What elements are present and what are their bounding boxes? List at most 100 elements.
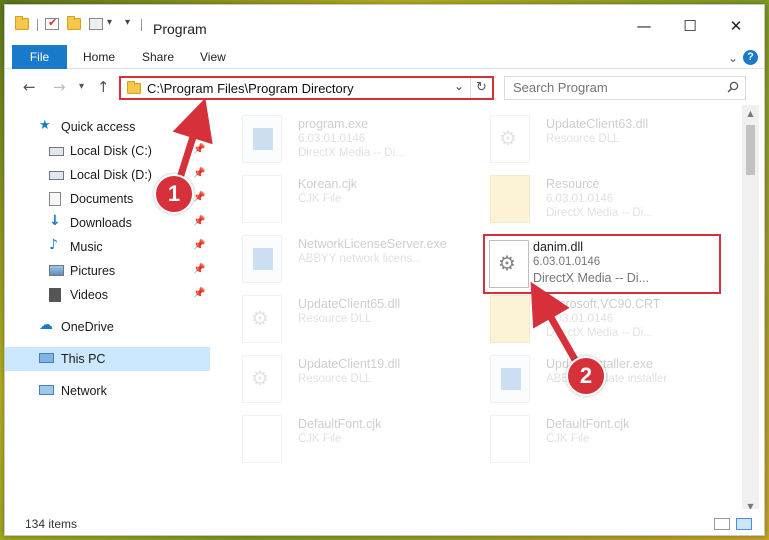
videos-icon bbox=[49, 288, 61, 302]
forward-arrow-icon[interactable]: → bbox=[53, 78, 66, 96]
properties-icon[interactable]: ✔ bbox=[45, 16, 59, 30]
sidebar-item-label: This PC bbox=[61, 352, 106, 366]
search-input[interactable] bbox=[513, 80, 713, 95]
file-type: ABBYY Update installer bbox=[546, 373, 668, 385]
file-type: ABBYY network licens... bbox=[298, 253, 422, 265]
file-icon bbox=[242, 415, 282, 463]
file-item[interactable]: DefaultFont.cjk CJK File bbox=[218, 409, 456, 469]
quick-access-customize-icon[interactable] bbox=[89, 18, 103, 30]
file-item[interactable]: UpdateClient65.dll Resource DLL bbox=[218, 289, 456, 349]
step-badge-1: 1 bbox=[154, 174, 194, 214]
file-item[interactable]: UpdateClient63.dll Resource DLL bbox=[466, 109, 704, 169]
minimize-button[interactable]: — bbox=[621, 11, 667, 41]
quick-access-dropdown-icon[interactable]: ▾ bbox=[125, 17, 130, 28]
up-arrow-icon[interactable]: ↑ bbox=[97, 78, 110, 96]
tab-home[interactable]: Home bbox=[83, 46, 115, 70]
sidebar-item-network[interactable]: Network bbox=[5, 379, 205, 403]
file-type: Resource DLL bbox=[298, 313, 372, 325]
toolbar-divider bbox=[37, 19, 38, 31]
close-button[interactable]: ✕ bbox=[713, 11, 759, 41]
sidebar-item-label: Local Disk (C:) bbox=[70, 144, 152, 158]
pin-icon[interactable]: 📌 bbox=[193, 216, 205, 227]
dll-file-icon bbox=[489, 240, 529, 288]
file-item[interactable]: DefaultFont.cjk CJK File bbox=[466, 409, 704, 469]
step-badge-2: 2 bbox=[566, 356, 606, 396]
pin-icon[interactable]: 📌 bbox=[193, 288, 205, 299]
file-list: program.exe 6.03.01.0146 DirectX Media -… bbox=[210, 105, 741, 505]
scroll-thumb[interactable] bbox=[746, 125, 755, 175]
tab-file[interactable]: File bbox=[12, 45, 67, 69]
pin-icon[interactable]: 📌 bbox=[193, 264, 205, 275]
details-view-icon[interactable] bbox=[714, 518, 730, 530]
item-count: 134 items bbox=[25, 517, 78, 531]
address-path[interactable]: C:\Program Files\Program Directory bbox=[147, 81, 354, 96]
tab-view[interactable]: View bbox=[200, 46, 226, 70]
help-icon[interactable]: ? bbox=[743, 50, 758, 65]
file-name: Korean.cjk bbox=[298, 177, 358, 191]
file-version: 6.03.01.0146 bbox=[546, 313, 614, 325]
title-bar: ✔ ▾ ▾ Program — ☐ ✕ bbox=[5, 5, 764, 41]
exe-file-icon bbox=[242, 235, 282, 283]
pin-icon[interactable]: 📌 bbox=[193, 144, 205, 155]
download-icon: ↓ bbox=[49, 213, 61, 229]
file-type: Resource DLL bbox=[298, 373, 372, 385]
sidebar-item-videos[interactable]: Videos 📌 bbox=[5, 283, 205, 307]
new-folder-icon[interactable] bbox=[67, 16, 81, 30]
scroll-up-icon[interactable]: ▲ bbox=[742, 105, 759, 122]
sidebar-item-label: Quick access bbox=[61, 120, 136, 134]
dll-file-icon bbox=[242, 355, 282, 403]
file-item-danim-dll[interactable]: danim.dll 6.03.01.0146 DirectX Media -- … bbox=[483, 234, 721, 294]
exe-file-icon bbox=[242, 115, 282, 163]
file-name: NetworkLicenseServer.exe bbox=[298, 237, 447, 251]
pin-icon[interactable]: 📌 bbox=[193, 168, 205, 179]
search-icon[interactable] bbox=[727, 81, 739, 93]
vertical-scrollbar[interactable]: ▲ ▼ bbox=[742, 105, 759, 515]
file-version: 6.03.01.0146 bbox=[533, 256, 601, 268]
pin-icon[interactable]: 📌 bbox=[193, 192, 205, 203]
file-type: CJK File bbox=[546, 433, 590, 445]
sidebar-item-downloads[interactable]: ↓ Downloads 📌 bbox=[5, 211, 205, 235]
recent-locations-icon[interactable]: ▾ bbox=[79, 81, 84, 92]
folder-item[interactable]: Resource 6.03.01.0146 DirectX Media -- D… bbox=[466, 169, 704, 229]
file-version: 6.03.01.0146 bbox=[546, 193, 614, 205]
file-item[interactable]: Korean.cjk CJK File bbox=[218, 169, 456, 229]
expand-ribbon-icon[interactable]: ⌄ bbox=[728, 51, 738, 65]
dll-file-icon bbox=[490, 115, 530, 163]
search-box[interactable] bbox=[504, 76, 746, 100]
sidebar-item-pictures[interactable]: Pictures 📌 bbox=[5, 259, 205, 283]
file-name: danim.dll bbox=[533, 240, 584, 254]
chevron-down-icon[interactable]: ▾ bbox=[107, 17, 112, 28]
folder-icon bbox=[490, 175, 530, 223]
file-name: DefaultFont.cjk bbox=[298, 417, 382, 431]
address-bar[interactable]: C:\Program Files\Program Directory ⌄ ↻ bbox=[119, 76, 494, 100]
file-description: DirectX Media -- Di... bbox=[298, 147, 405, 159]
pictures-icon bbox=[49, 265, 64, 276]
folder-icon bbox=[490, 295, 530, 343]
folder-item[interactable]: Microsoft.VC90.CRT 6.03.01.0146 DirectX … bbox=[466, 289, 704, 349]
file-item[interactable]: program.exe 6.03.01.0146 DirectX Media -… bbox=[218, 109, 456, 169]
pin-icon[interactable]: 📌 bbox=[193, 240, 205, 251]
chevron-down-icon[interactable]: ⌄ bbox=[454, 79, 464, 93]
file-name: UpdateClient19.dll bbox=[298, 357, 401, 371]
tab-share[interactable]: Share bbox=[142, 46, 174, 70]
maximize-button[interactable]: ☐ bbox=[667, 11, 713, 41]
folder-icon bbox=[15, 16, 29, 30]
sidebar-item-onedrive[interactable]: ☁ OneDrive bbox=[5, 315, 205, 339]
file-type: CJK File bbox=[298, 433, 342, 445]
sidebar-item-quick-access[interactable]: ★ Quick access bbox=[5, 115, 205, 139]
file-description: DirectX Media -- Di... bbox=[533, 271, 649, 285]
navigation-bar: ← → ▾ ↑ C:\Program Files\Program Directo… bbox=[5, 69, 764, 105]
file-icon bbox=[242, 175, 282, 223]
refresh-icon[interactable]: ↻ bbox=[470, 78, 492, 98]
sidebar-item-label: Network bbox=[61, 384, 107, 398]
file-item[interactable]: UpdateClient19.dll Resource DLL bbox=[218, 349, 456, 409]
sidebar-item-this-pc[interactable]: This PC bbox=[5, 347, 210, 371]
file-item[interactable]: NetworkLicenseServer.exe ABBYY network l… bbox=[218, 229, 456, 289]
file-type: CJK File bbox=[298, 193, 342, 205]
sidebar-item-music[interactable]: ♪ Music 📌 bbox=[5, 235, 205, 259]
sidebar-item-local-disk-c[interactable]: Local Disk (C:) 📌 bbox=[5, 139, 205, 163]
large-icons-view-icon[interactable] bbox=[736, 518, 752, 530]
sidebar-item-label: OneDrive bbox=[61, 320, 114, 334]
exe-file-icon bbox=[490, 355, 530, 403]
back-arrow-icon[interactable]: ← bbox=[23, 78, 36, 96]
